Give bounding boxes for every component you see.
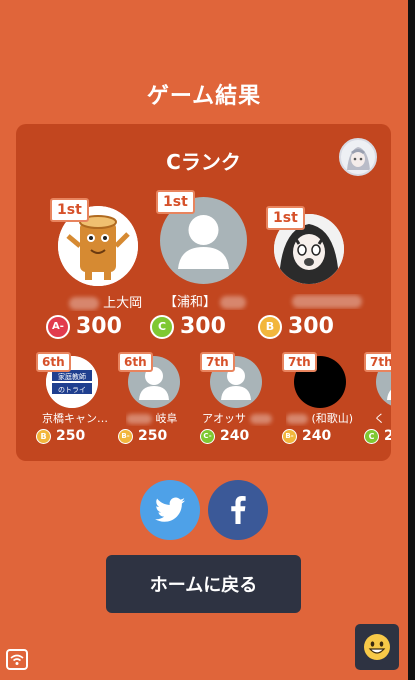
- player-score: 300: [180, 314, 226, 339]
- grin-emoji-icon: [364, 634, 390, 660]
- emoji-button[interactable]: [355, 624, 399, 670]
- blurred-name: [68, 297, 99, 310]
- score-row: C- 240: [200, 428, 249, 444]
- blurred-name: [291, 295, 362, 308]
- position-badge: 7th: [200, 352, 235, 372]
- blurred-name: [286, 414, 308, 424]
- other-player-3[interactable]: 7th アオッサ C- 240: [200, 352, 280, 452]
- rank-icon: C: [364, 428, 379, 444]
- twitter-share-button[interactable]: [140, 480, 200, 540]
- rank-icon: B: [258, 314, 282, 339]
- rank-icon: B: [36, 428, 51, 444]
- blurred-name: [249, 414, 272, 424]
- player-name: (和歌山): [286, 410, 364, 426]
- player-name-text: アオッサ: [202, 412, 246, 425]
- anime-girl-avatar-icon: [341, 140, 375, 174]
- player-score: 2: [384, 428, 391, 444]
- player-name: 【浦和】: [164, 291, 264, 310]
- top-player-3[interactable]: 1st B 300: [258, 206, 369, 366]
- position-badge: 6th: [36, 352, 71, 372]
- wifi-icon: [10, 654, 24, 665]
- screen-edge: [408, 0, 415, 680]
- score-row: B- 240: [282, 428, 331, 444]
- result-panel: Cランク 1st 上大岡 A- 300 1st 【浦和】 C 300 1st B…: [16, 124, 391, 461]
- svg-text:家庭教師: 家庭教師: [58, 372, 86, 381]
- twitter-bird-icon: [155, 497, 185, 522]
- player-name: く: [374, 412, 385, 425]
- home-button[interactable]: ホームに戻る: [106, 555, 301, 613]
- score-row: A- 300: [46, 314, 122, 339]
- rank-title: Cランク: [166, 150, 241, 174]
- player-name: 岐阜: [126, 410, 196, 426]
- player-score: 300: [288, 314, 334, 339]
- blurred-name: [126, 414, 152, 424]
- score-row: C 300: [150, 314, 226, 339]
- position-badge: 7th: [364, 352, 391, 372]
- player-score: 250: [138, 428, 168, 444]
- score-row: C 2: [364, 428, 391, 444]
- top-player-1[interactable]: 1st 上大岡 A- 300: [46, 198, 148, 362]
- score-row: B 300: [258, 314, 334, 339]
- rank-icon: A-: [46, 314, 70, 339]
- connection-status: [6, 649, 28, 670]
- position-badge: 6th: [118, 352, 153, 372]
- other-player-4[interactable]: 7th (和歌山) B- 240: [282, 352, 362, 452]
- top-player-2[interactable]: 1st 【浦和】 C 300: [150, 190, 255, 364]
- rank-icon: C-: [200, 428, 215, 444]
- page-title: ゲーム結果: [146, 84, 262, 109]
- player-name: アオッサ: [202, 410, 280, 426]
- svg-text:のトライ: のトライ: [58, 386, 86, 394]
- player-score: 300: [76, 314, 122, 339]
- blurred-name: [220, 296, 247, 309]
- score-row: B 250: [36, 428, 85, 444]
- rank-icon: B-: [118, 428, 133, 444]
- player-name-text: 岐阜: [155, 412, 178, 425]
- facebook-share-button[interactable]: [208, 480, 268, 540]
- position-badge: 1st: [156, 190, 195, 214]
- player-name: 上大岡: [58, 292, 153, 311]
- self-avatar[interactable]: [339, 138, 377, 176]
- other-player-1[interactable]: 家庭教師 のトライ 6th 京橋キャン… B 250: [36, 352, 116, 452]
- facebook-f-icon: [231, 496, 246, 524]
- player-name: [284, 294, 369, 309]
- rank-icon: B-: [282, 428, 297, 444]
- position-badge: 7th: [282, 352, 317, 372]
- position-badge: 1st: [266, 206, 305, 230]
- rank-icon: C: [150, 314, 174, 339]
- player-score: 240: [302, 428, 332, 444]
- other-player-2[interactable]: 6th 岐阜 B- 250: [118, 352, 198, 452]
- player-score: 240: [220, 428, 250, 444]
- player-score: 250: [56, 428, 86, 444]
- score-row: B- 250: [118, 428, 167, 444]
- player-name-text: 【浦和】: [164, 295, 217, 310]
- player-name-text: (和歌山): [311, 412, 354, 425]
- position-badge: 1st: [50, 198, 89, 222]
- player-name-text: 上大岡: [103, 296, 143, 311]
- player-name: 京橋キャン…: [42, 412, 108, 425]
- other-player-5[interactable]: 7th く C 2: [364, 352, 391, 452]
